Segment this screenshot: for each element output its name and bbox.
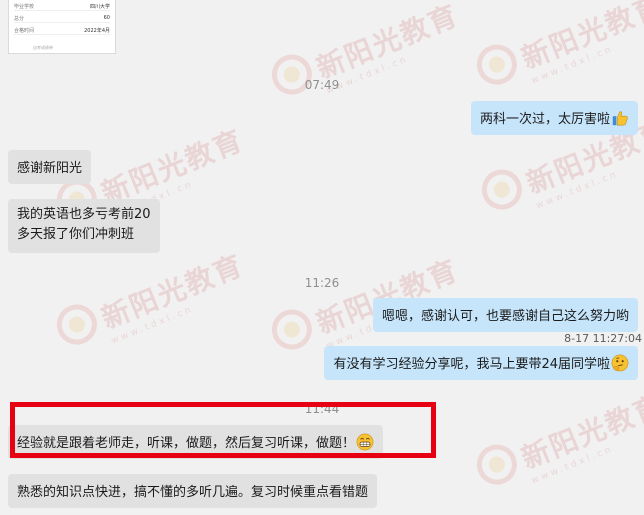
thumbnail-row: 合格时间 2022年4月 <box>14 28 110 35</box>
watermark-seal-icon <box>470 438 523 491</box>
watermark: 新阳光教育 www.tdxl.cn <box>50 244 253 351</box>
shared-image-thumbnail[interactable]: 毕业学校 四川大学 总分 60 合格时间 2022年4月 自考成绩单 <box>8 0 116 54</box>
highlight-box <box>10 402 436 458</box>
thumbs-up-icon <box>612 111 628 126</box>
thinking-face-icon <box>611 354 629 372</box>
message-bubble-outgoing[interactable]: 两科一次过，太厉害啦 <box>470 101 638 135</box>
message-text: 有没有学习经验分享呢，我马上要带24届同学啦 <box>333 357 610 372</box>
timestamp: 11:26 <box>304 276 340 290</box>
thumbnail-row: 毕业学校 四川大学 <box>14 4 110 11</box>
watermark-seal-icon <box>475 163 528 216</box>
watermark-seal-icon <box>50 298 103 351</box>
watermark-seal-icon <box>265 48 318 101</box>
message-text: 嗯嗯，感谢认可，也要感谢自己这么努力哟 <box>381 309 629 324</box>
message-bubble-incoming[interactable]: 感谢新阳光 <box>8 150 92 184</box>
timestamp: 07:49 <box>304 78 340 92</box>
message-text: 我的英语也多亏考前20 <box>17 207 151 222</box>
message-text: 多天报了你们冲刺班 <box>17 227 135 242</box>
message-bubble-outgoing[interactable]: 有没有学习经验分享呢，我马上要带24届同学啦 <box>324 346 638 380</box>
watermark: 新阳光教育 www.tdxl.cn <box>470 0 644 91</box>
thumbnail-footer: 自考成绩单 <box>33 45 53 50</box>
message-text: 两科一次过，太厉害啦 <box>479 112 610 127</box>
message-bubble-outgoing[interactable]: 嗯嗯，感谢认可，也要感谢自己这么努力哟 <box>372 298 638 332</box>
message-bubble-incoming[interactable]: 我的英语也多亏考前20 多天报了你们冲刺班 <box>8 199 160 253</box>
watermark-seal-icon <box>265 303 318 356</box>
message-bubble-incoming[interactable]: 熟悉的知识点快进，搞不懂的多听几遍。复习时候重点看错题 <box>8 474 378 508</box>
read-timestamp: 8-17 11:27:04 <box>564 332 642 345</box>
watermark: 新阳光教育 www.tdxl.cn <box>470 384 644 491</box>
thumbnail-row: 总分 60 <box>14 15 110 23</box>
message-text: 感谢新阳光 <box>17 161 83 176</box>
message-text: 熟悉的知识点快进，搞不懂的多听几遍。复习时候重点看错题 <box>17 485 369 500</box>
